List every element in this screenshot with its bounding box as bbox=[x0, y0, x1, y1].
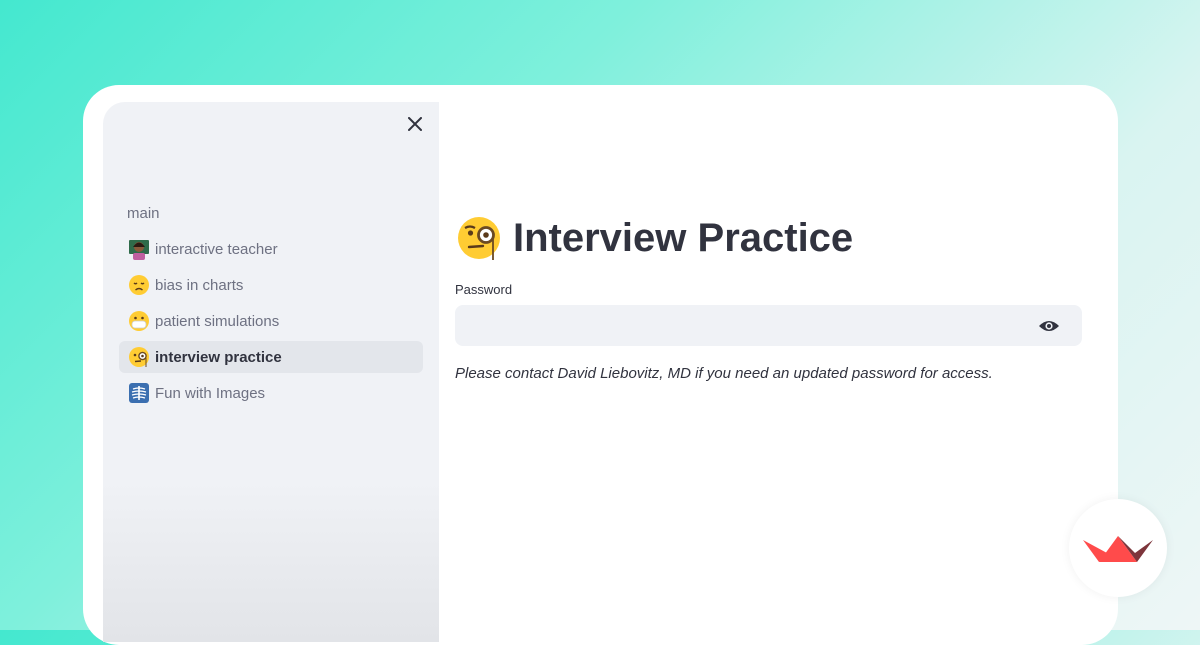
disappointed-face-icon bbox=[127, 273, 151, 297]
streamlit-logo-icon bbox=[1083, 536, 1153, 562]
xray-icon bbox=[127, 381, 151, 405]
sidebar-item-bias-in-charts[interactable]: bias in charts bbox=[119, 269, 423, 301]
close-icon bbox=[408, 117, 422, 131]
sidebar-item-interactive-teacher[interactable]: interactive teacher bbox=[119, 233, 423, 265]
sidebar-item-label: bias in charts bbox=[155, 276, 244, 294]
sidebar-item-label: main bbox=[127, 204, 160, 222]
page-header: Interview Practice bbox=[455, 210, 1082, 266]
access-note: Please contact David Liebovitz, MD if yo… bbox=[455, 365, 993, 382]
sidebar-item-label: Fun with Images bbox=[155, 384, 266, 402]
sidebar-nav: main interactive teacher bias in charts bbox=[119, 197, 423, 413]
sidebar-item-label: interactive teacher bbox=[155, 240, 278, 258]
streamlit-logo-badge bbox=[1069, 499, 1167, 597]
show-password-button[interactable] bbox=[1038, 317, 1060, 335]
page-title: Interview Practice bbox=[513, 215, 854, 260]
sidebar-item-label: patient simulations bbox=[155, 312, 280, 330]
monocle-face-icon bbox=[458, 217, 500, 260]
sidebar-item-main[interactable]: main bbox=[119, 197, 423, 229]
eye-icon bbox=[1039, 321, 1059, 331]
sidebar-item-interview-practice[interactable]: interview practice bbox=[119, 341, 423, 373]
teacher-emoji-icon bbox=[127, 237, 151, 261]
sidebar-item-patient-simulations[interactable]: patient simulations bbox=[119, 305, 423, 337]
sidebar-item-label: interview practice bbox=[155, 348, 282, 366]
password-input[interactable] bbox=[455, 305, 1029, 348]
main-content: Interview Practice Password Please conta… bbox=[455, 210, 1082, 382]
monocle-face-icon bbox=[127, 345, 151, 369]
mask-face-icon bbox=[127, 309, 151, 333]
password-field bbox=[455, 305, 1082, 348]
password-label: Password bbox=[455, 282, 513, 297]
sidebar-item-fun-with-images[interactable]: Fun with Images bbox=[119, 377, 423, 409]
close-sidebar-button[interactable] bbox=[404, 113, 426, 135]
